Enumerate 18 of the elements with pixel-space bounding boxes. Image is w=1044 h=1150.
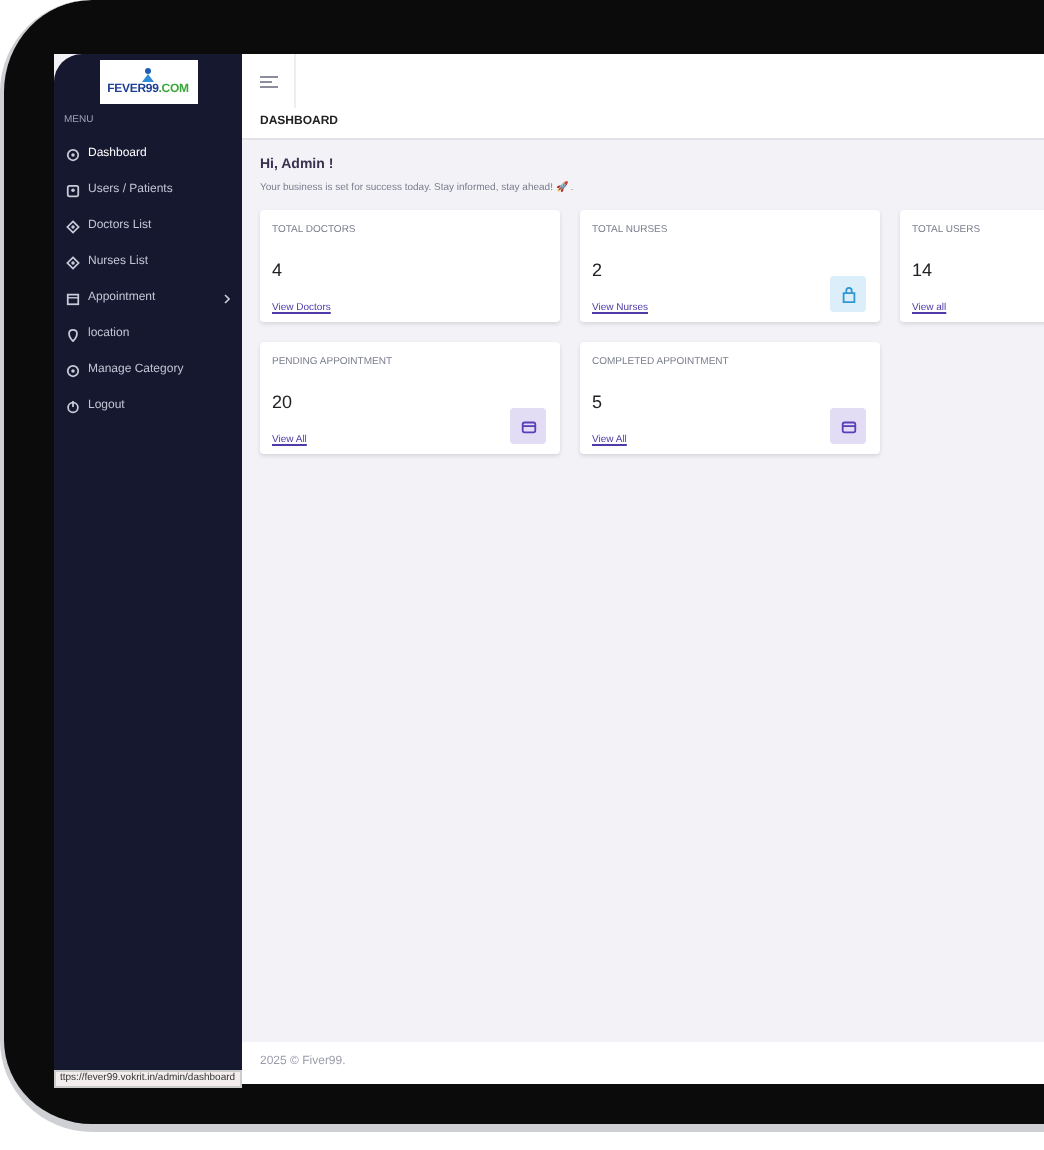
card-value: 14	[912, 257, 935, 283]
wallet-icon	[510, 408, 546, 444]
card-value: 20	[272, 389, 295, 415]
card-value: 5	[592, 389, 605, 415]
logout-icon	[66, 400, 80, 414]
badge-icon	[66, 220, 80, 234]
card-value: 2	[592, 257, 605, 283]
id-card-icon	[66, 184, 80, 198]
menu-icon	[259, 75, 277, 87]
calendar-icon	[66, 292, 80, 306]
card-value: 4	[272, 257, 285, 283]
location-pin-icon	[66, 328, 80, 342]
bag-icon	[830, 276, 866, 312]
logo-figure-icon	[140, 68, 156, 82]
badge-icon	[66, 256, 80, 270]
gauge-icon	[66, 148, 80, 162]
wallet-icon	[830, 408, 866, 444]
gauge-icon	[66, 364, 80, 378]
